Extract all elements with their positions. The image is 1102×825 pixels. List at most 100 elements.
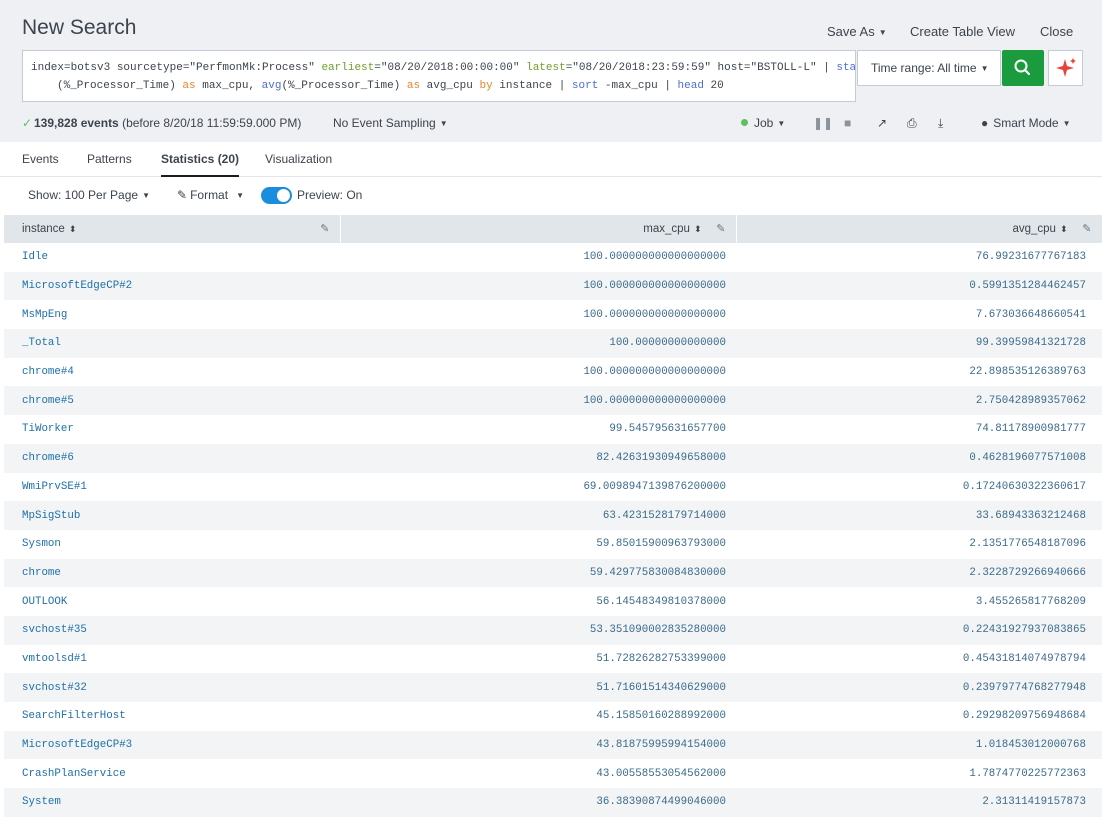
cell-avg-cpu[interactable]: 0.23979774768277948 — [736, 673, 1102, 702]
sparkle-icon — [1056, 58, 1076, 77]
search-mode-dropdown[interactable]: ● Smart Mode ▼ — [981, 116, 1071, 130]
cell-max-cpu[interactable]: 100.000000000000000000 — [340, 271, 736, 301]
cell-max-cpu[interactable]: 82.42631930949658000 — [340, 443, 736, 473]
job-menu[interactable]: Job ▼ — [741, 116, 785, 130]
cell-instance[interactable]: WmiPrvSE#1 — [4, 473, 340, 502]
cell-max-cpu[interactable]: 43.81875995994154000 — [340, 730, 736, 760]
tab-visualization[interactable]: Visualization — [265, 152, 332, 166]
cell-avg-cpu[interactable]: 1.7874770225772363 — [736, 759, 1102, 788]
cell-avg-cpu[interactable]: 76.99231677767183 — [736, 243, 1102, 272]
cell-instance[interactable]: CrashPlanService — [4, 759, 340, 788]
search-token: (%_Processor_Time) — [57, 80, 183, 92]
cell-instance[interactable]: Idle — [4, 243, 340, 272]
cell-max-cpu[interactable]: 51.72826282753399000 — [340, 645, 736, 674]
cell-instance[interactable]: MicrosoftEdgeCP#2 — [4, 271, 340, 301]
cell-avg-cpu[interactable]: 0.4628196077571008 — [736, 443, 1102, 473]
cell-max-cpu[interactable]: 99.545795631657700 — [340, 415, 736, 444]
edit-column-icon[interactable]: ✎ — [320, 222, 329, 235]
print-icon[interactable]: ⎙ — [907, 116, 917, 131]
cell-avg-cpu[interactable]: 99.39959841321728 — [736, 329, 1102, 358]
stop-icon[interactable]: ■ — [844, 116, 851, 130]
cell-instance[interactable]: Sysmon — [4, 530, 340, 559]
tab-events[interactable]: Events — [22, 152, 59, 166]
cell-max-cpu[interactable]: 59.429775830084830000 — [340, 558, 736, 588]
cell-max-cpu[interactable]: 100.000000000000000000 — [340, 300, 736, 329]
cell-instance[interactable]: chrome#5 — [4, 386, 340, 416]
cell-max-cpu[interactable]: 36.38390874499046000 — [340, 788, 736, 817]
search-query-input[interactable]: index=botsv3 sourcetype="PerfmonMk:Proce… — [22, 50, 856, 102]
cell-instance[interactable]: SearchFilterHost — [4, 702, 340, 731]
save-as-button[interactable]: Save As ▼ — [827, 24, 887, 39]
time-range-picker[interactable]: Time range: All time ▼ — [857, 50, 1001, 86]
cell-avg-cpu[interactable]: 7.673036648660541 — [736, 300, 1102, 329]
cell-instance[interactable]: MsMpEng — [4, 300, 340, 329]
cell-avg-cpu[interactable]: 0.5991351284462457 — [736, 271, 1102, 301]
table-row: chrome#6 82.42631930949658000 0.4628196077… — [4, 443, 1102, 473]
cell-avg-cpu[interactable]: 22.898535126389763 — [736, 358, 1102, 387]
job-label: Job — [754, 116, 774, 130]
preview-toggle[interactable] — [261, 187, 292, 204]
cell-avg-cpu[interactable]: 33.68943363212468 — [736, 501, 1102, 530]
cell-avg-cpu[interactable]: 0.45431814074978794 — [736, 645, 1102, 674]
event-sampling-label: No Event Sampling — [333, 116, 436, 130]
table-row: SearchFilterHost 45.15850160288992000 0.29… — [4, 702, 1102, 731]
cell-max-cpu[interactable]: 100.000000000000000000 — [340, 358, 736, 387]
cell-avg-cpu[interactable]: 0.17240630322360617 — [736, 473, 1102, 502]
cell-instance[interactable]: svchost#32 — [4, 673, 340, 702]
event-sampling-dropdown[interactable]: No Event Sampling ▼ — [333, 116, 448, 130]
search-token: instance | — [492, 80, 572, 92]
cell-max-cpu[interactable]: 51.71601514340629000 — [340, 673, 736, 702]
export-icon[interactable]: ⤓ — [938, 116, 943, 131]
cell-instance[interactable]: System — [4, 788, 340, 817]
tab-patterns[interactable]: Patterns — [87, 152, 132, 166]
cell-instance[interactable]: chrome — [4, 558, 340, 588]
column-header-instance[interactable]: instance ⬍ ✎ — [4, 215, 341, 243]
search-token: head — [677, 80, 704, 92]
cell-avg-cpu[interactable]: 0.22431927937083865 — [736, 615, 1102, 645]
cell-instance[interactable]: svchost#35 — [4, 615, 340, 645]
column-header-avg-cpu[interactable]: avg_cpu ⬍ ✎ — [736, 215, 1102, 243]
cell-instance[interactable]: MicrosoftEdgeCP#3 — [4, 730, 340, 760]
cell-avg-cpu[interactable]: 2.1351776548187096 — [736, 530, 1102, 559]
cell-avg-cpu[interactable]: 2.3228729266940666 — [736, 558, 1102, 588]
cell-max-cpu[interactable]: 53.351090002835280000 — [340, 615, 736, 645]
cell-avg-cpu[interactable]: 2.31311419157873 — [736, 788, 1102, 817]
edit-column-icon[interactable]: ✎ — [716, 222, 725, 235]
tab-statistics[interactable]: Statistics (20) — [161, 152, 240, 178]
pause-icon[interactable]: ❚❚ — [813, 116, 833, 130]
cell-max-cpu[interactable]: 100.000000000000000000 — [340, 243, 736, 272]
cell-max-cpu[interactable]: 43.00558553054562000 — [340, 759, 736, 788]
cell-max-cpu[interactable]: 56.14548349810378000 — [340, 587, 736, 616]
cell-max-cpu[interactable]: 59.85015900963793000 — [340, 530, 736, 559]
table-row: svchost#35 53.351090002835280000 0.2243192… — [4, 615, 1102, 645]
share-icon[interactable]: ↗ — [877, 116, 887, 130]
cell-avg-cpu[interactable]: 74.81178900981777 — [736, 415, 1102, 444]
cell-avg-cpu[interactable]: 1.018453012000768 — [736, 730, 1102, 760]
create-table-view-button[interactable]: Create Table View — [910, 24, 1015, 39]
column-header-max-cpu[interactable]: max_cpu ⬍ ✎ — [340, 215, 737, 243]
cell-avg-cpu[interactable]: 3.455265817768209 — [736, 587, 1102, 616]
cell-max-cpu[interactable]: 100.00000000000000 — [340, 329, 736, 358]
search-assistant-button[interactable] — [1048, 50, 1083, 86]
cell-avg-cpu[interactable]: 0.29298209756948684 — [736, 702, 1102, 731]
cell-instance[interactable]: chrome#4 — [4, 358, 340, 387]
close-button[interactable]: Close — [1040, 24, 1073, 39]
cell-instance[interactable]: _Total — [4, 329, 340, 358]
search-button[interactable] — [1002, 50, 1044, 86]
table-row: Sysmon 59.85015900963793000 2.135177654818… — [4, 530, 1102, 559]
cell-max-cpu[interactable]: 69.0098947139876200000 — [340, 473, 736, 502]
cell-instance[interactable]: OUTLOOK — [4, 587, 340, 616]
sort-icon: ⬍ — [68, 224, 77, 234]
cell-instance[interactable]: vmtoolsd#1 — [4, 645, 340, 674]
edit-column-icon[interactable]: ✎ — [1082, 222, 1091, 235]
search-token: avg — [261, 80, 282, 92]
cell-instance[interactable]: MpSigStub — [4, 501, 340, 530]
format-dropdown[interactable]: ✎ Format ▼ — [177, 188, 244, 202]
cell-avg-cpu[interactable]: 2.750428989357062 — [736, 386, 1102, 416]
cell-max-cpu[interactable]: 100.000000000000000000 — [340, 386, 736, 416]
cell-max-cpu[interactable]: 63.4231528179714000 — [340, 501, 736, 530]
cell-max-cpu[interactable]: 45.15850160288992000 — [340, 702, 736, 731]
per-page-dropdown[interactable]: Show: 100 Per Page ▼ — [28, 188, 150, 202]
cell-instance[interactable]: TiWorker — [4, 415, 340, 444]
cell-instance[interactable]: chrome#6 — [4, 443, 340, 473]
